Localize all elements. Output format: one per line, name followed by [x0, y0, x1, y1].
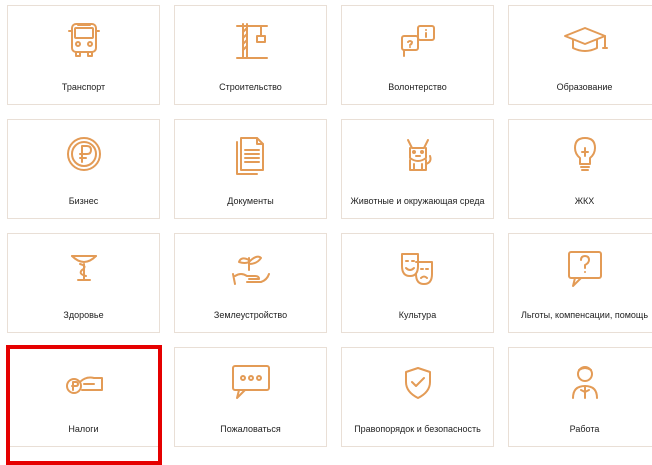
dog-icon [394, 132, 442, 176]
bus-icon [60, 18, 108, 62]
tile-label: Землеустройство [213, 310, 288, 320]
tile-work[interactable]: Работа [508, 347, 652, 447]
tile-label: Правопорядок и безопасность [354, 424, 481, 434]
tile-documents[interactable]: Документы [174, 119, 327, 219]
tile-label: Льготы, компенсации, помощь [520, 310, 649, 320]
tile-culture[interactable]: Культура [341, 233, 494, 333]
medical-bowl-icon [60, 246, 108, 290]
tile-benefits[interactable]: Льготы, компенсации, помощь [508, 233, 652, 333]
tile-health[interactable]: Здоровье [7, 233, 160, 333]
tile-taxes[interactable]: Налоги [7, 347, 160, 447]
category-grid: Транспорт Строительство Волонтерство Обр… [7, 5, 652, 465]
crane-icon [227, 18, 275, 62]
tile-volunteer[interactable]: Волонтерство [341, 5, 494, 105]
tile-law[interactable]: Правопорядок и безопасность [341, 347, 494, 447]
hand-coin-icon [60, 360, 108, 404]
chat-dots-icon [227, 360, 275, 404]
documents-icon [227, 132, 275, 176]
tile-label: Здоровье [63, 310, 104, 320]
tile-business[interactable]: Бизнес [7, 119, 160, 219]
question-bubble-icon [561, 246, 609, 290]
tile-label: ЖКХ [574, 196, 595, 206]
shield-check-icon [394, 360, 442, 404]
tile-complain[interactable]: Пожаловаться [174, 347, 327, 447]
worker-icon [561, 360, 609, 404]
tile-label: Работа [569, 424, 600, 434]
light-bulb-icon [561, 132, 609, 176]
tile-label: Образование [556, 82, 613, 92]
tile-label: Волонтерство [388, 82, 447, 92]
graduation-cap-icon [561, 18, 609, 62]
tile-label: Налоги [68, 424, 99, 434]
tile-label: Пожаловаться [220, 424, 281, 434]
tile-label: Транспорт [61, 82, 106, 92]
plant-hand-icon [227, 246, 275, 290]
tile-label: Строительство [219, 82, 282, 92]
tile-label: Культура [398, 310, 437, 320]
tile-label: Бизнес [68, 196, 99, 206]
theatre-masks-icon [394, 246, 442, 290]
tile-label: Животные и окружающая среда [350, 196, 485, 206]
tile-transport[interactable]: Транспорт [7, 5, 160, 105]
tile-construction[interactable]: Строительство [174, 5, 327, 105]
tile-animals[interactable]: Животные и окружающая среда [341, 119, 494, 219]
tile-housing[interactable]: ЖКХ [508, 119, 652, 219]
tile-label: Документы [227, 196, 274, 206]
info-bubbles-icon [394, 18, 442, 62]
tile-land[interactable]: Землеустройство [174, 233, 327, 333]
tile-education[interactable]: Образование [508, 5, 652, 105]
ruble-coin-icon [60, 132, 108, 176]
